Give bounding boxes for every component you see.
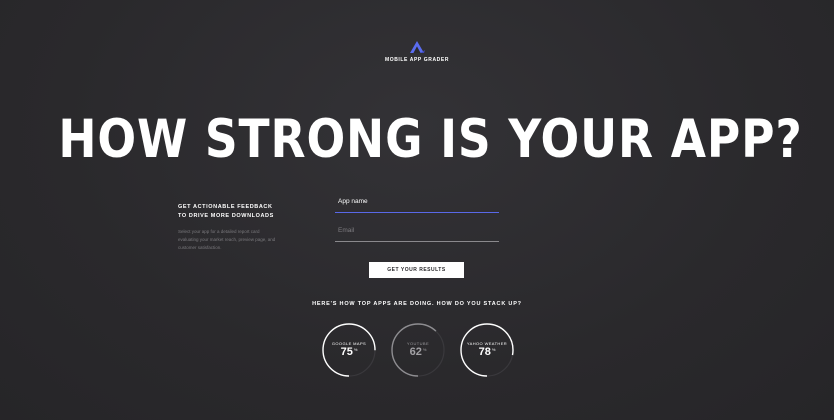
gauge-score-unit: % (353, 347, 358, 352)
app-name-input[interactable]: App name (335, 195, 499, 213)
gauge-score-value: 62 (409, 346, 422, 358)
brand-logo[interactable]: MOBILE APP GRADER (0, 40, 834, 63)
gauge-score: 78% (459, 346, 515, 358)
info-title-line-2: TO DRIVE MORE DOWNLOADS (178, 213, 274, 219)
gauge-score: 62% (390, 346, 446, 358)
app-name-label: App name (338, 198, 368, 205)
gauge-youtube: YOUTUBE 62% (390, 322, 446, 378)
gauge-score-unit: % (491, 347, 496, 352)
page-title: HOW STRONG IS YOUR APP? (58, 109, 803, 170)
info-title-line-1: GET ACTIONABLE FEEDBACK (178, 204, 273, 210)
email-label: Email (338, 227, 355, 234)
gauge-score-value: 78 (478, 346, 491, 358)
email-input[interactable]: Email (335, 224, 499, 242)
gauge-score: 75% (321, 346, 377, 358)
brand-name: MOBILE APP GRADER (384, 57, 450, 63)
get-results-button[interactable]: GET YOUR RESULTS (369, 262, 464, 278)
gauge-score-value: 75 (340, 346, 353, 358)
top-apps-gauges: GOOGLE MAPS 75% YOUTUBE 62% YAHOO WEATHE… (0, 322, 834, 382)
comparison-title: HERE'S HOW TOP APPS ARE DOING. HOW DO YO… (312, 301, 522, 307)
info-title: GET ACTIONABLE FEEDBACK TO DRIVE MORE DO… (178, 203, 278, 221)
info-block: GET ACTIONABLE FEEDBACK TO DRIVE MORE DO… (178, 203, 278, 252)
landing-page: MOBILE APP GRADER HOW STRONG IS YOUR APP… (0, 0, 834, 420)
gauge-yahoo-weather: YAHOO WEATHER 78% (459, 322, 515, 378)
chevron-up-logo-icon (410, 41, 425, 53)
gauge-google-maps: GOOGLE MAPS 75% (321, 322, 377, 378)
signup-form: App name Email (335, 195, 499, 242)
info-description: Select your app for a detailed report ca… (178, 229, 276, 250)
gauge-score-unit: % (422, 347, 427, 352)
